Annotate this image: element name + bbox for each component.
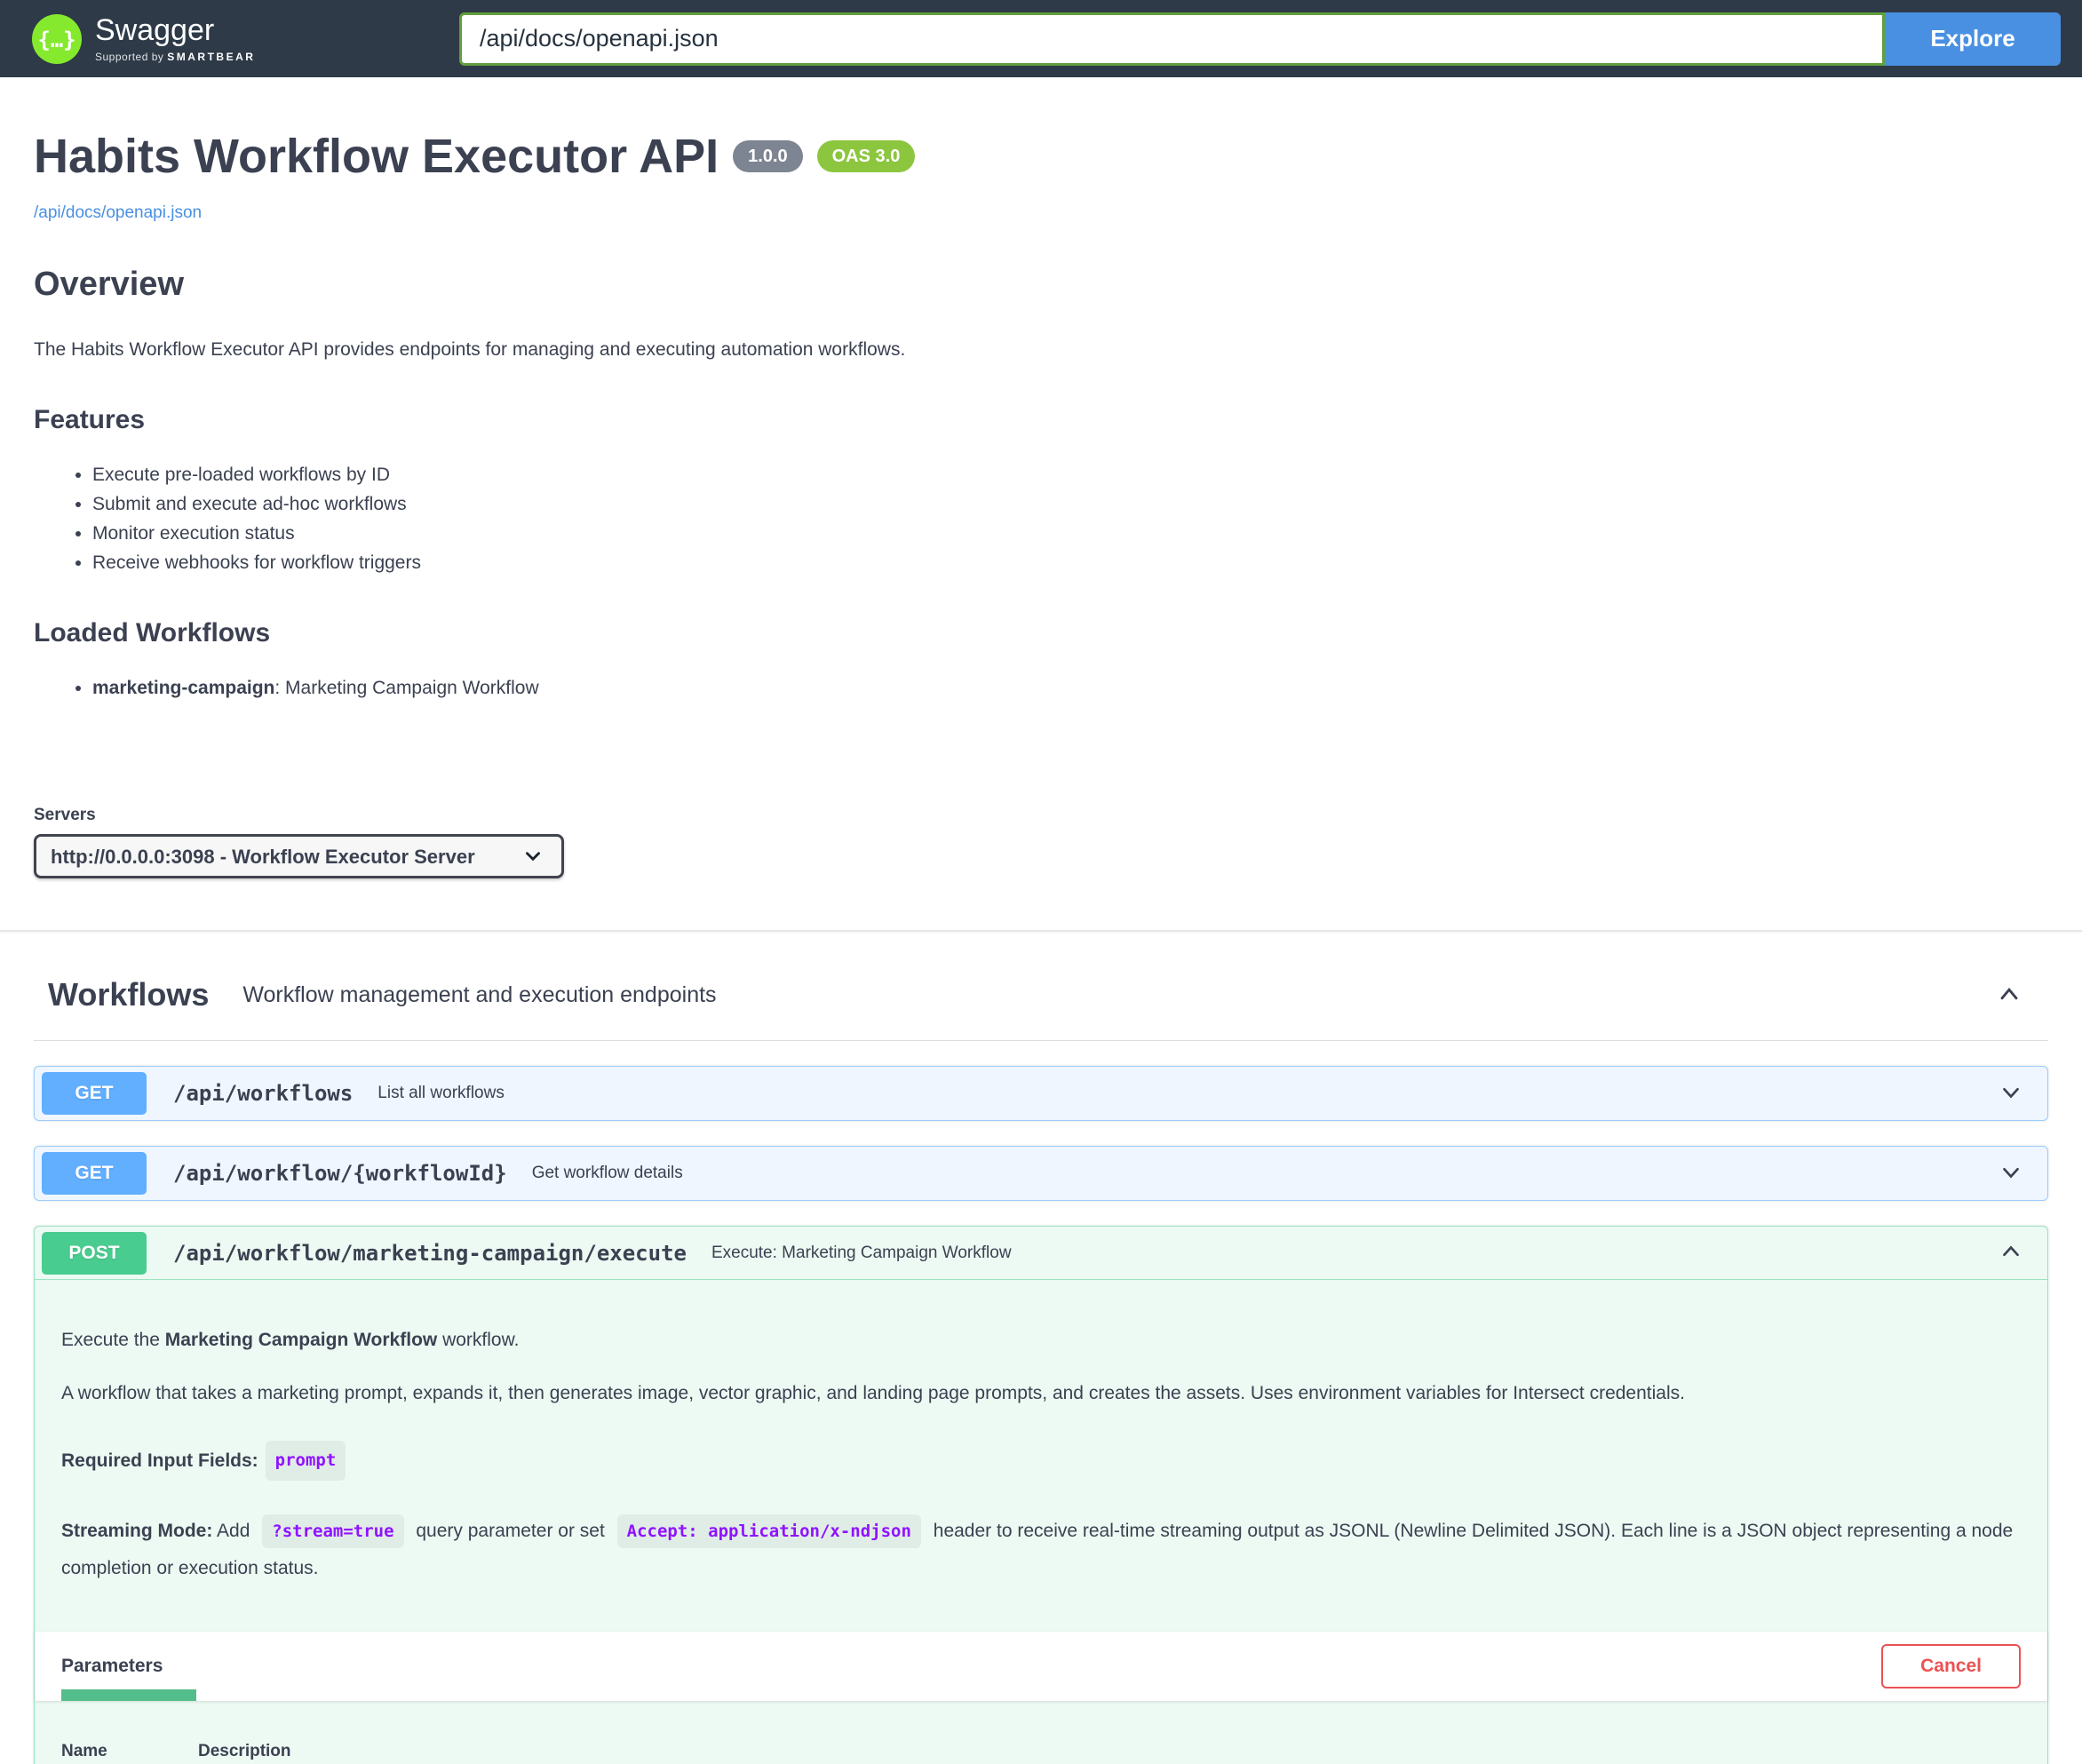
exec-pre: Execute the bbox=[61, 1330, 165, 1350]
parameters-header: Parameters Cancel bbox=[35, 1631, 2047, 1701]
column-header-description: Description bbox=[198, 1741, 291, 1760]
expand-operation-button[interactable] bbox=[1998, 1079, 2024, 1108]
chevron-up-icon bbox=[2003, 1245, 2019, 1257]
feature-item: Execute pre-loaded workflows by ID bbox=[92, 464, 2048, 486]
workflow-id: marketing-campaign bbox=[92, 678, 275, 698]
overview-heading: Overview bbox=[34, 266, 184, 303]
expand-operation-button[interactable] bbox=[1998, 1159, 2024, 1188]
exec-line: Execute the Marketing Campaign Workflow … bbox=[61, 1326, 2021, 1355]
endpoint-path: /api/workflow/{workflowId} bbox=[173, 1161, 507, 1186]
brand-name: Swagger bbox=[95, 12, 215, 47]
streaming-mode-line: Streaming Mode: Add ?stream=true query p… bbox=[61, 1513, 2021, 1587]
feature-item: Monitor execution status bbox=[92, 522, 2048, 544]
required-field-code: prompt bbox=[265, 1441, 346, 1481]
oas-badge: OAS 3.0 bbox=[816, 140, 916, 172]
required-fields-label: Required Input Fields: bbox=[61, 1450, 258, 1471]
method-badge-get: GET bbox=[42, 1152, 147, 1195]
streaming-mode-label: Streaming Mode: bbox=[61, 1520, 213, 1541]
spec-url-bar: Explore bbox=[459, 12, 2061, 66]
tab-parameters[interactable]: Parameters bbox=[61, 1656, 163, 1677]
smartbear-text: SMARTBEAR bbox=[167, 50, 256, 63]
spec-url-input[interactable] bbox=[459, 12, 1885, 66]
stream-query-code: ?stream=true bbox=[262, 1514, 404, 1548]
swagger-logo: {…} Swagger Supported by SMARTBEAR bbox=[32, 12, 255, 64]
svg-text:{…}: {…} bbox=[38, 28, 76, 52]
workflow-desc: : Marketing Campaign Workflow bbox=[274, 678, 539, 698]
overview-text: The Habits Workflow Executor API provide… bbox=[34, 339, 906, 360]
loaded-workflows-heading: Loaded Workflows bbox=[34, 618, 271, 648]
streaming-text: query parameter or set bbox=[410, 1520, 610, 1541]
chevron-down-icon bbox=[2003, 1087, 2019, 1099]
parameters-table: Name Description stream boolean (query) … bbox=[35, 1701, 2047, 1764]
accept-header-code: Accept: application/x-ndjson bbox=[616, 1514, 921, 1548]
tag-title: Workflows bbox=[48, 976, 210, 1013]
features-list: Execute pre-loaded workflows by ID Submi… bbox=[34, 464, 2048, 574]
required-fields-line: Required Input Fields: prompt bbox=[61, 1441, 2021, 1481]
workflows-tag-header[interactable]: Workflows Workflow management and execut… bbox=[34, 976, 2048, 1041]
swagger-logo-icon: {…} bbox=[32, 13, 82, 64]
chevron-down-icon bbox=[2003, 1167, 2019, 1179]
collapse-operation-button[interactable] bbox=[1998, 1238, 2024, 1267]
endpoint-path: /api/workflows bbox=[173, 1081, 354, 1106]
cancel-button[interactable]: Cancel bbox=[1881, 1643, 2021, 1689]
opblock-post-execute: POST /api/workflow/marketing-campaign/ex… bbox=[34, 1226, 2048, 1764]
opblock-summary[interactable]: GET /api/workflow/{workflowId} Get workf… bbox=[35, 1147, 2047, 1200]
features-heading: Features bbox=[34, 405, 146, 434]
feature-item: Receive webhooks for workflow triggers bbox=[92, 552, 2048, 574]
method-badge-post: POST bbox=[42, 1231, 147, 1275]
endpoint-summary: Get workflow details bbox=[531, 1164, 683, 1182]
opblock-get-workflow-details: GET /api/workflow/{workflowId} Get workf… bbox=[34, 1146, 2048, 1201]
method-badge-get: GET bbox=[42, 1072, 147, 1115]
api-title-text: Habits Workflow Executor API bbox=[34, 130, 719, 183]
chevron-up-icon bbox=[2000, 987, 2018, 999]
servers-select[interactable]: http://0.0.0.0:3098 - Workflow Executor … bbox=[34, 834, 564, 878]
opblock-get-workflows: GET /api/workflows List all workflows bbox=[34, 1066, 2048, 1121]
column-header-name: Name bbox=[61, 1741, 107, 1760]
page-title: Habits Workflow Executor API 1.0.0 OAS 3… bbox=[34, 129, 2048, 184]
opblock-summary[interactable]: GET /api/workflows List all workflows bbox=[35, 1067, 2047, 1120]
supported-by-text: Supported by bbox=[95, 50, 164, 63]
brand-tagline: Supported by SMARTBEAR bbox=[95, 51, 255, 63]
topbar: {…} Swagger Supported by SMARTBEAR Explo… bbox=[0, 0, 2082, 77]
loaded-workflow-item: marketing-campaign: Marketing Campaign W… bbox=[92, 677, 2048, 699]
exec-workflow-name: Marketing Campaign Workflow bbox=[164, 1330, 438, 1350]
servers-label: Servers bbox=[34, 806, 96, 824]
version-badge: 1.0.0 bbox=[733, 140, 803, 172]
api-info-section: Habits Workflow Executor API 1.0.0 OAS 3… bbox=[34, 129, 2048, 699]
opblock-summary[interactable]: POST /api/workflow/marketing-campaign/ex… bbox=[35, 1227, 2047, 1280]
feature-item: Submit and execute ad-hoc workflows bbox=[92, 493, 2048, 515]
endpoint-summary: Execute: Marketing Campaign Workflow bbox=[711, 1243, 1012, 1262]
collapse-section-button[interactable] bbox=[1995, 980, 2023, 1011]
endpoint-summary: List all workflows bbox=[377, 1084, 505, 1102]
section-divider bbox=[0, 930, 2082, 932]
spec-link[interactable]: /api/docs/openapi.json bbox=[34, 203, 202, 223]
tag-subtitle: Workflow management and execution endpoi… bbox=[242, 981, 717, 1007]
servers-section: Servers http://0.0.0.0:3098 - Workflow E… bbox=[34, 806, 2048, 878]
exec-post: workflow. bbox=[437, 1330, 520, 1350]
explore-button[interactable]: Explore bbox=[1885, 12, 2061, 66]
workflow-long-description: A workflow that takes a marketing prompt… bbox=[61, 1382, 1685, 1403]
loaded-workflows-list: marketing-campaign: Marketing Campaign W… bbox=[34, 677, 2048, 699]
streaming-text: Add bbox=[212, 1520, 256, 1541]
endpoint-path: /api/workflow/marketing-campaign/execute bbox=[173, 1240, 687, 1266]
parameters-table-header: Name Description bbox=[61, 1742, 2021, 1764]
active-tab-underline bbox=[61, 1689, 196, 1701]
operation-description: Execute the Marketing Campaign Workflow … bbox=[35, 1280, 2047, 1587]
